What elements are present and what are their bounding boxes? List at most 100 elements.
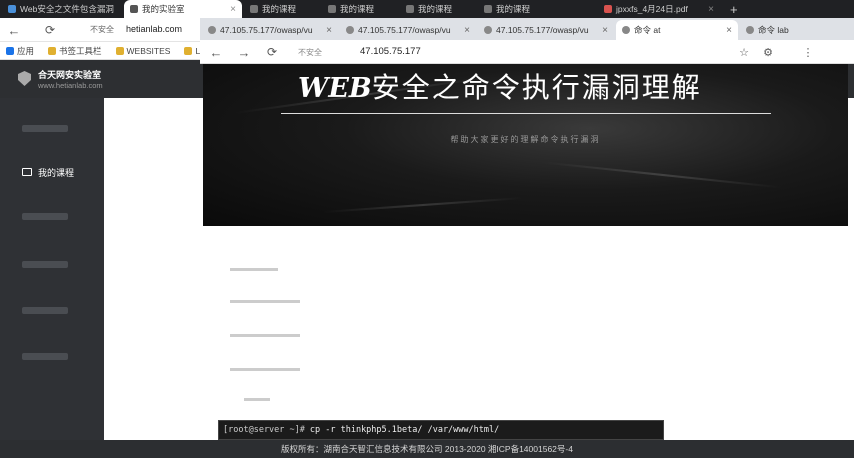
apps-icon	[6, 46, 14, 55]
outline-item[interactable]	[230, 300, 300, 303]
outer-tab-file-include[interactable]: Web安全之文件包含漏洞	[2, 0, 122, 18]
banner-title-text: 安全之命令执行漏洞理解	[371, 71, 702, 104]
outline-item[interactable]	[230, 334, 300, 337]
bookmark-toolbar[interactable]: 书签工具栏	[48, 45, 102, 57]
tab-label: 47.105.75.177/owasp/vu	[496, 25, 589, 35]
tab-favicon-icon	[8, 5, 16, 13]
new-tab-button[interactable]: +	[724, 0, 744, 18]
globe-icon	[622, 26, 630, 34]
course-banner: WEB 安全之命令执行漏洞理解 帮助大家更好的理解命令执行漏洞	[203, 64, 848, 226]
banner-divider	[281, 113, 771, 114]
back-arrow-icon[interactable]: ←	[6, 22, 22, 38]
outer-tab-course-4[interactable]: 我的课程	[478, 0, 594, 18]
bookmark-websites[interactable]: WEBSITES	[115, 45, 171, 56]
inner-tab-command-lab[interactable]: 命令 lab	[740, 20, 846, 40]
sidebar-item-my-courses[interactable]: 我的课程	[0, 158, 104, 186]
close-icon[interactable]: ×	[230, 4, 236, 15]
outline-item[interactable]	[244, 398, 270, 401]
folder-icon	[184, 46, 193, 55]
inner-tab-owasp-1[interactable]: 47.105.75.177/owasp/vu ×	[202, 20, 338, 40]
globe-icon	[746, 26, 754, 34]
outer-tab-pdf[interactable]: jpxxfs_4月24日.pdf ×	[598, 0, 720, 18]
address-bar-url[interactable]: 47.105.75.177	[360, 46, 421, 57]
tab-favicon-icon	[250, 5, 258, 13]
tab-favicon-icon	[328, 5, 336, 13]
inner-tab-strip: 47.105.75.177/owasp/vu × 47.105.75.177/o…	[200, 18, 854, 40]
tab-favicon-icon	[484, 5, 492, 13]
globe-icon	[208, 26, 216, 34]
light-streak	[543, 161, 783, 189]
banner-title: WEB 安全之命令执行漏洞理解	[298, 66, 702, 104]
outer-tab-course-3[interactable]: 我的课程	[400, 0, 476, 18]
tab-label: 命令 lab	[758, 25, 789, 35]
outer-tab-course-2[interactable]: 我的课程	[322, 0, 398, 18]
reload-icon[interactable]: ⟳	[264, 44, 280, 60]
extension-icon[interactable]: ⚙	[760, 44, 776, 60]
folder-icon	[115, 46, 124, 55]
blurred-label	[22, 306, 68, 314]
menu-dots-icon[interactable]: ⋮	[800, 44, 816, 60]
close-icon[interactable]: ×	[602, 25, 608, 36]
tab-label: 我的课程	[340, 4, 375, 14]
site-footer: 版权所有：湖南合天智汇信息技术有限公司 2013-2020 湘ICP备14001…	[0, 440, 854, 458]
globe-icon	[346, 26, 354, 34]
outer-tab-strip: Web安全之文件包含漏洞 我的实验室 × 我的课程 我的课程 我的课程 我的课程…	[0, 0, 854, 18]
bookmark-label: WEBSITES	[126, 45, 171, 56]
blurred-label	[22, 260, 68, 268]
terminal-command: cp -r thinkphp5.1beta/ /var/www/html/	[309, 425, 500, 435]
sidebar-item-placeholder-3[interactable]	[0, 250, 104, 278]
brand-url: www.hetianlab.com	[38, 81, 103, 90]
security-warning[interactable]: 不安全	[298, 47, 322, 58]
back-arrow-icon[interactable]: ←	[208, 44, 224, 60]
close-icon[interactable]: ×	[726, 25, 732, 36]
globe-icon	[484, 26, 492, 34]
banner-title-prefix: WEB	[298, 73, 372, 104]
sidebar-item-placeholder-2[interactable]	[0, 202, 104, 230]
inner-toolbar: ← → ⟳ 不安全 47.105.75.177 ☆ ⚙ ⋮	[200, 40, 854, 64]
copyright-text: 版权所有：湖南合天智汇信息技术有限公司 2013-2020 湘ICP备14001…	[281, 444, 573, 454]
close-icon[interactable]: ×	[708, 4, 714, 15]
blurred-label	[22, 124, 68, 132]
outline-item[interactable]	[230, 268, 278, 271]
sidebar-item-placeholder-4[interactable]	[0, 296, 104, 324]
bookmark-label: 应用	[17, 45, 35, 56]
security-warning[interactable]: 不安全	[90, 24, 114, 35]
brand-title[interactable]: 合天网安实验室	[38, 68, 101, 81]
tab-favicon-icon	[130, 5, 138, 13]
tab-label: jpxxfs_4月24日.pdf	[616, 4, 688, 14]
inner-tab-owasp-3[interactable]: 47.105.75.177/owasp/vu ×	[478, 20, 614, 40]
tab-label: 我的课程	[418, 4, 453, 14]
inner-tab-command-at[interactable]: 命令 at ×	[616, 20, 738, 40]
sidebar-item-label: 我的课程	[38, 167, 75, 178]
outline-item[interactable]	[230, 368, 300, 371]
sidebar-item-placeholder-5[interactable]	[0, 342, 104, 370]
light-streak	[323, 197, 523, 213]
star-icon[interactable]: ☆	[736, 44, 752, 60]
tab-favicon-icon	[406, 5, 414, 13]
bookmark-apps[interactable]: 应用	[6, 45, 34, 57]
outer-tab-my-lab[interactable]: 我的实验室 ×	[124, 0, 242, 18]
tab-label: 我的课程	[496, 4, 531, 14]
sidebar-item-placeholder-1[interactable]	[0, 114, 104, 142]
blurred-label	[22, 212, 68, 220]
tab-label: 47.105.75.177/owasp/vu	[358, 25, 451, 35]
close-icon[interactable]: ×	[326, 25, 332, 36]
tab-label: 我的课程	[262, 4, 297, 14]
forward-arrow-icon[interactable]: →	[236, 44, 252, 60]
address-bar-url[interactable]: hetianlab.com	[126, 24, 182, 34]
bookmark-label: 书签工具栏	[59, 45, 102, 56]
folder-icon	[48, 46, 57, 55]
tab-label: 我的实验室	[142, 4, 185, 14]
book-icon	[22, 168, 32, 176]
shield-logo-icon	[18, 71, 31, 86]
tab-label: Web安全之文件包含漏洞	[20, 4, 114, 14]
close-icon[interactable]: ×	[464, 25, 470, 36]
inner-tab-owasp-2[interactable]: 47.105.75.177/owasp/vu ×	[340, 20, 476, 40]
tab-label: 47.105.75.177/owasp/vu	[220, 25, 313, 35]
sidebar: 我的课程	[0, 98, 104, 440]
terminal-snippet: [root@server ~]# cp -r thinkphp5.1beta/ …	[218, 420, 664, 440]
outer-tab-course-1[interactable]: 我的课程	[244, 0, 320, 18]
blurred-label	[22, 352, 68, 360]
banner-subtitle: 帮助大家更好的理解命令执行漏洞	[450, 135, 601, 144]
reload-icon[interactable]: ⟳	[42, 22, 58, 38]
